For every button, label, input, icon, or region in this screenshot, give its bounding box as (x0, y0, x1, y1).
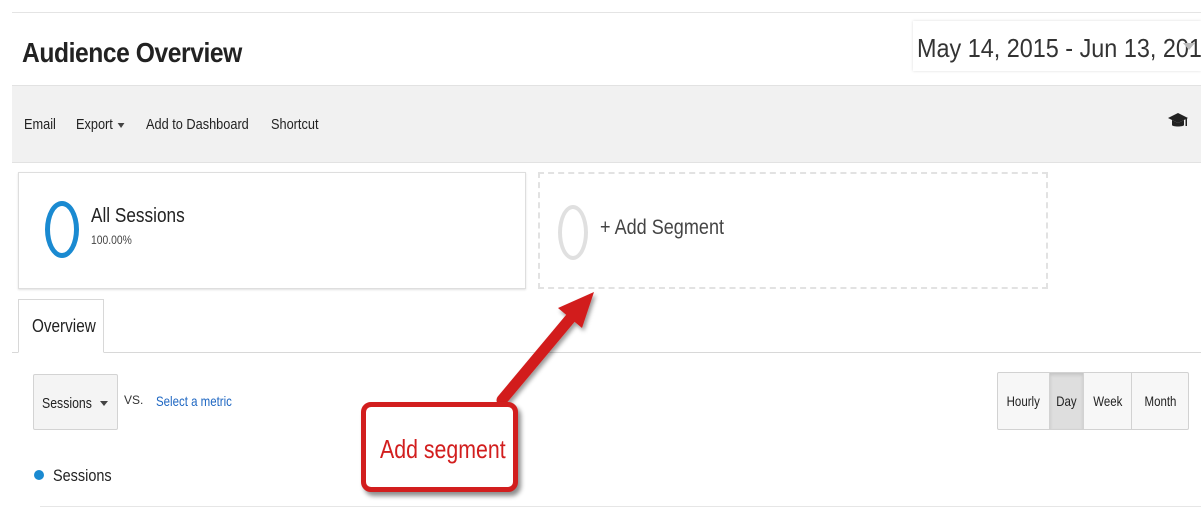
select-metric-link[interactable]: Select a metric (156, 393, 232, 409)
add-segment-label: + Add Segment (600, 216, 725, 239)
chart-top-border (40, 506, 1201, 507)
tab-overview-label: Overview (32, 316, 96, 336)
period-hourly-button[interactable]: Hourly (998, 373, 1050, 429)
annotation-text: Add segment (380, 434, 506, 464)
export-label: Export (76, 116, 113, 133)
report-toolbar: Email Export Add to Dashboard Shortcut (12, 85, 1201, 163)
metric-dropdown-label: Sessions (42, 395, 92, 412)
date-range-picker[interactable]: May 14, 2015 - Jun 13, 2015 (913, 21, 1201, 71)
caret-down-icon (100, 401, 108, 406)
date-range-text: May 14, 2015 - Jun 13, 2015 (917, 33, 1201, 63)
period-week-label: Week (1092, 393, 1123, 409)
email-button[interactable]: Email (24, 116, 56, 133)
caret-down-icon (117, 122, 125, 128)
segment-name: All Sessions (91, 205, 185, 227)
period-month-label: Month (1144, 393, 1176, 409)
add-segment-button[interactable]: + Add Segment (538, 172, 1048, 289)
segment-percent: 100.00% (91, 233, 132, 247)
period-month-button[interactable]: Month (1132, 373, 1188, 429)
report-header: Audience Overview May 14, 2015 - Jun 13,… (12, 12, 1201, 85)
export-button[interactable]: Export (76, 116, 125, 133)
period-day-label: Day (1056, 393, 1077, 409)
period-toggle-group: Hourly Day Week Month (997, 372, 1189, 430)
period-week-button[interactable]: Week (1084, 373, 1132, 429)
tab-overview[interactable]: Overview (18, 299, 104, 353)
legend-dot (34, 470, 44, 480)
period-day-button[interactable]: Day (1050, 373, 1084, 429)
analytics-page: Audience Overview May 14, 2015 - Jun 13,… (0, 0, 1201, 509)
metric-dropdown[interactable]: Sessions (33, 374, 118, 430)
segment-all-sessions[interactable]: All Sessions 100.00% (18, 172, 526, 289)
period-hourly-label: Hourly (1006, 393, 1041, 409)
legend-sessions-label: Sessions (53, 466, 112, 485)
chevron-down-icon (1183, 43, 1195, 50)
annotation-callout: Add segment (361, 402, 518, 492)
vs-label: VS. (124, 393, 144, 407)
empty-segment-ring-icon (558, 205, 588, 260)
page-title: Audience Overview (22, 37, 242, 68)
graduation-cap-icon[interactable] (1167, 110, 1189, 132)
add-to-dashboard-button[interactable]: Add to Dashboard (146, 116, 249, 133)
segment-ring-icon (45, 201, 79, 258)
shortcut-button[interactable]: Shortcut (271, 116, 318, 133)
